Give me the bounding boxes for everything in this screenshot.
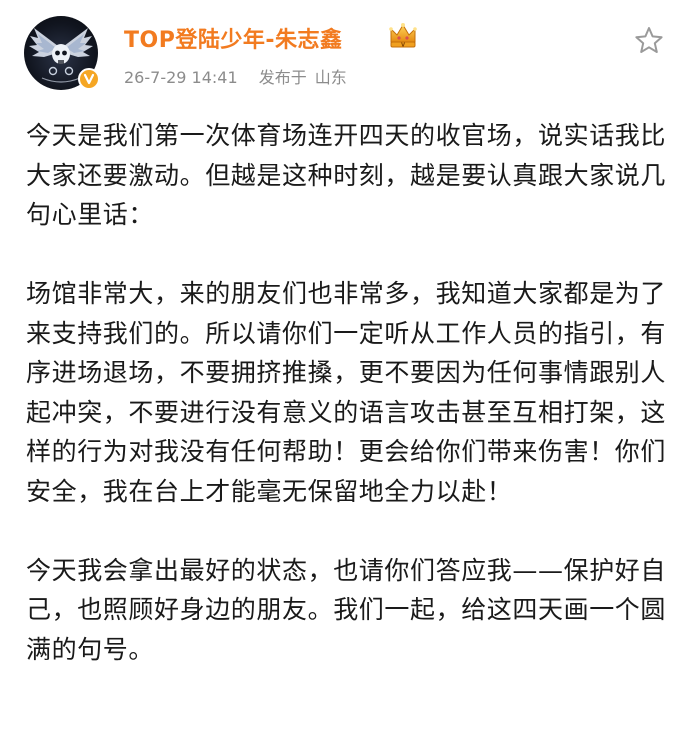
weibo-post: TOP登陆少年-朱志鑫 V 26-7-29 14:41 发布于 山东 今天是我们… <box>0 0 690 729</box>
star-button[interactable] <box>632 24 666 58</box>
author-name-link[interactable]: TOP登陆少年-朱志鑫 <box>124 22 342 54</box>
verified-badge-icon <box>78 68 100 90</box>
post-body: 今天是我们第一次体育场连开四天的收官场，说实话我比大家还要激动。但越是这种时刻，… <box>26 116 666 669</box>
crown-badge-icon[interactable]: V <box>388 22 418 50</box>
post-paragraph-2: 场馆非常大，来的朋友们也非常多，我知道大家都是为了来支持我们的。所以请你们一定听… <box>26 279 667 506</box>
star-outline-icon <box>635 27 663 53</box>
post-meta: 26-7-29 14:41 发布于 山东 <box>124 64 347 88</box>
post-time: 26-7-29 14:41 <box>124 68 238 87</box>
svg-text:V: V <box>401 43 405 49</box>
author-avatar-wrapper[interactable] <box>24 16 100 92</box>
post-location: 山东 <box>314 68 347 87</box>
post-paragraph-1: 今天是我们第一次体育场连开四天的收官场，说实话我比大家还要激动。但越是这种时刻，… <box>26 121 667 229</box>
post-header: TOP登陆少年-朱志鑫 V 26-7-29 14:41 发布于 山东 <box>24 16 664 96</box>
post-paragraph-3: 今天我会拿出最好的状态，也请你们答应我——保护好自己，也照顾好身边的朋友。我们一… <box>26 555 667 664</box>
post-source-prefix: 发布于 <box>258 68 307 87</box>
